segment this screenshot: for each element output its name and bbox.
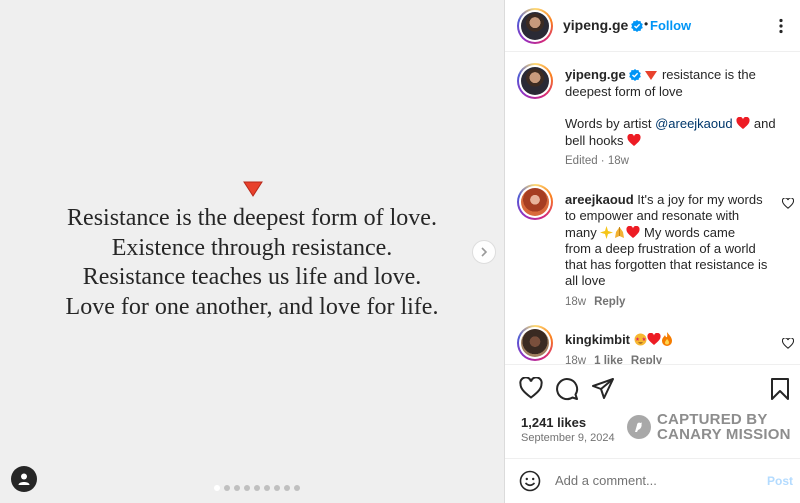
red-triangle-icon — [243, 181, 263, 197]
caption: yipeng.ge resistance is the deepest form… — [565, 67, 785, 170]
separator-dot: • — [644, 17, 649, 31]
praying-hands-icon — [615, 226, 625, 238]
reply-button[interactable]: Reply — [594, 296, 625, 308]
carousel-dot[interactable] — [234, 485, 240, 491]
caption-text: bell hooks — [565, 132, 624, 148]
red-heart-icon — [627, 133, 641, 146]
comment-username[interactable]: areejkaoud — [565, 192, 634, 207]
red-heart-icon — [647, 333, 661, 345]
comment-item: areejkaoud It's a joy for my words to em… — [565, 192, 775, 290]
caption-avatar[interactable] — [517, 63, 553, 99]
carousel-dot[interactable] — [264, 485, 270, 491]
comment-item: kingkimbit — [565, 332, 775, 348]
tagged-users-button[interactable] — [11, 466, 37, 492]
red-triangle-icon — [645, 71, 658, 80]
mention-link[interactable]: @areejkaoud — [655, 116, 733, 131]
caption-meta: Edited · 18w — [565, 155, 629, 167]
username-text[interactable]: yipeng.ge — [563, 17, 628, 33]
post-header: yipeng.ge • Follow — [505, 0, 800, 52]
more-options-icon[interactable] — [773, 18, 789, 34]
post-media[interactable]: Resistance is the deepest form of love. … — [0, 0, 504, 503]
comment-time: 18w — [565, 296, 587, 308]
add-comment-input[interactable] — [555, 473, 755, 488]
comment-text: to empower and resonate with — [565, 208, 740, 224]
caption-username[interactable]: yipeng.ge — [565, 67, 626, 82]
add-comment-row: Post — [505, 458, 800, 503]
avatar[interactable] — [517, 8, 553, 44]
chevron-right-icon — [481, 247, 488, 257]
likes-count[interactable]: 1,241 likes — [521, 415, 586, 430]
quote-line: Love for one another, and love for life. — [65, 293, 439, 320]
likes-count-link[interactable]: 1 like — [594, 355, 623, 364]
comment-icon[interactable] — [555, 377, 579, 401]
comment-text: all love — [565, 273, 606, 289]
red-heart-icon — [626, 225, 640, 238]
quote-text: Resistance is the deepest form of love. … — [0, 204, 504, 322]
caption-text: deepest form of love — [565, 83, 683, 99]
comment-like-icon[interactable] — [782, 198, 794, 209]
comment-meta: 18w 1 like Reply — [565, 355, 662, 364]
action-bar — [505, 364, 800, 411]
post-side-panel: yipeng.ge • Follow yipeng.ge resistance … — [504, 0, 800, 503]
quote-line: Resistance is the deepest form of love. — [67, 205, 437, 231]
caption-text: and — [753, 116, 776, 131]
user-icon — [18, 473, 30, 485]
quote-line: Existence through resistance. — [111, 234, 393, 261]
post-comment-button[interactable]: Post — [767, 474, 793, 488]
watermark-line: CAPTURED BY — [657, 411, 768, 428]
carousel-dot[interactable] — [244, 485, 250, 491]
header-username[interactable]: yipeng.ge — [563, 17, 644, 33]
watermark-line: CANARY MISSION — [657, 426, 791, 443]
carousel-dot[interactable] — [294, 485, 300, 491]
comment-text: It's a joy for my words — [637, 192, 763, 207]
save-bookmark-icon[interactable] — [770, 377, 790, 401]
comment-text: that has forgotten that resistance is — [565, 257, 768, 273]
comment-text: My words came — [644, 224, 736, 240]
red-heart-icon — [736, 117, 750, 129]
star-struck-face-icon — [634, 333, 647, 346]
caption-text: Words by artist — [565, 116, 652, 131]
share-icon[interactable] — [591, 377, 615, 401]
sparkles-icon — [600, 225, 614, 239]
comment-text: from a deep frustration of a world — [565, 240, 756, 256]
comment-time: 18w — [565, 355, 587, 364]
next-slide-button[interactable] — [472, 240, 496, 264]
emoji-icon[interactable] — [519, 470, 541, 492]
reply-button[interactable]: Reply — [631, 355, 662, 364]
follow-button[interactable]: Follow — [650, 18, 691, 33]
post-date: September 9, 2024 — [521, 432, 615, 444]
carousel-indicator — [214, 485, 300, 491]
commenter-avatar[interactable] — [517, 325, 553, 361]
comment-username[interactable]: kingkimbit — [565, 332, 630, 347]
commenter-avatar[interactable] — [517, 184, 553, 220]
caption-text: resistance is the — [661, 67, 756, 82]
carousel-dot[interactable] — [214, 485, 220, 491]
comment-meta: 18w Reply — [565, 296, 625, 308]
canary-logo-icon — [627, 415, 651, 439]
quote-line: Resistance teaches us life and love. — [82, 264, 422, 290]
comment-like-icon[interactable] — [782, 338, 794, 349]
carousel-dot[interactable] — [254, 485, 260, 491]
verified-badge-icon — [631, 20, 644, 32]
watermark: CAPTURED BY CANARY MISSION — [627, 412, 791, 442]
like-icon[interactable] — [519, 377, 543, 399]
carousel-dot[interactable] — [274, 485, 280, 491]
carousel-dot[interactable] — [224, 485, 230, 491]
carousel-dot[interactable] — [284, 485, 290, 491]
fire-icon — [661, 332, 672, 346]
verified-badge-icon — [628, 69, 641, 81]
comment-text: many — [565, 224, 597, 240]
